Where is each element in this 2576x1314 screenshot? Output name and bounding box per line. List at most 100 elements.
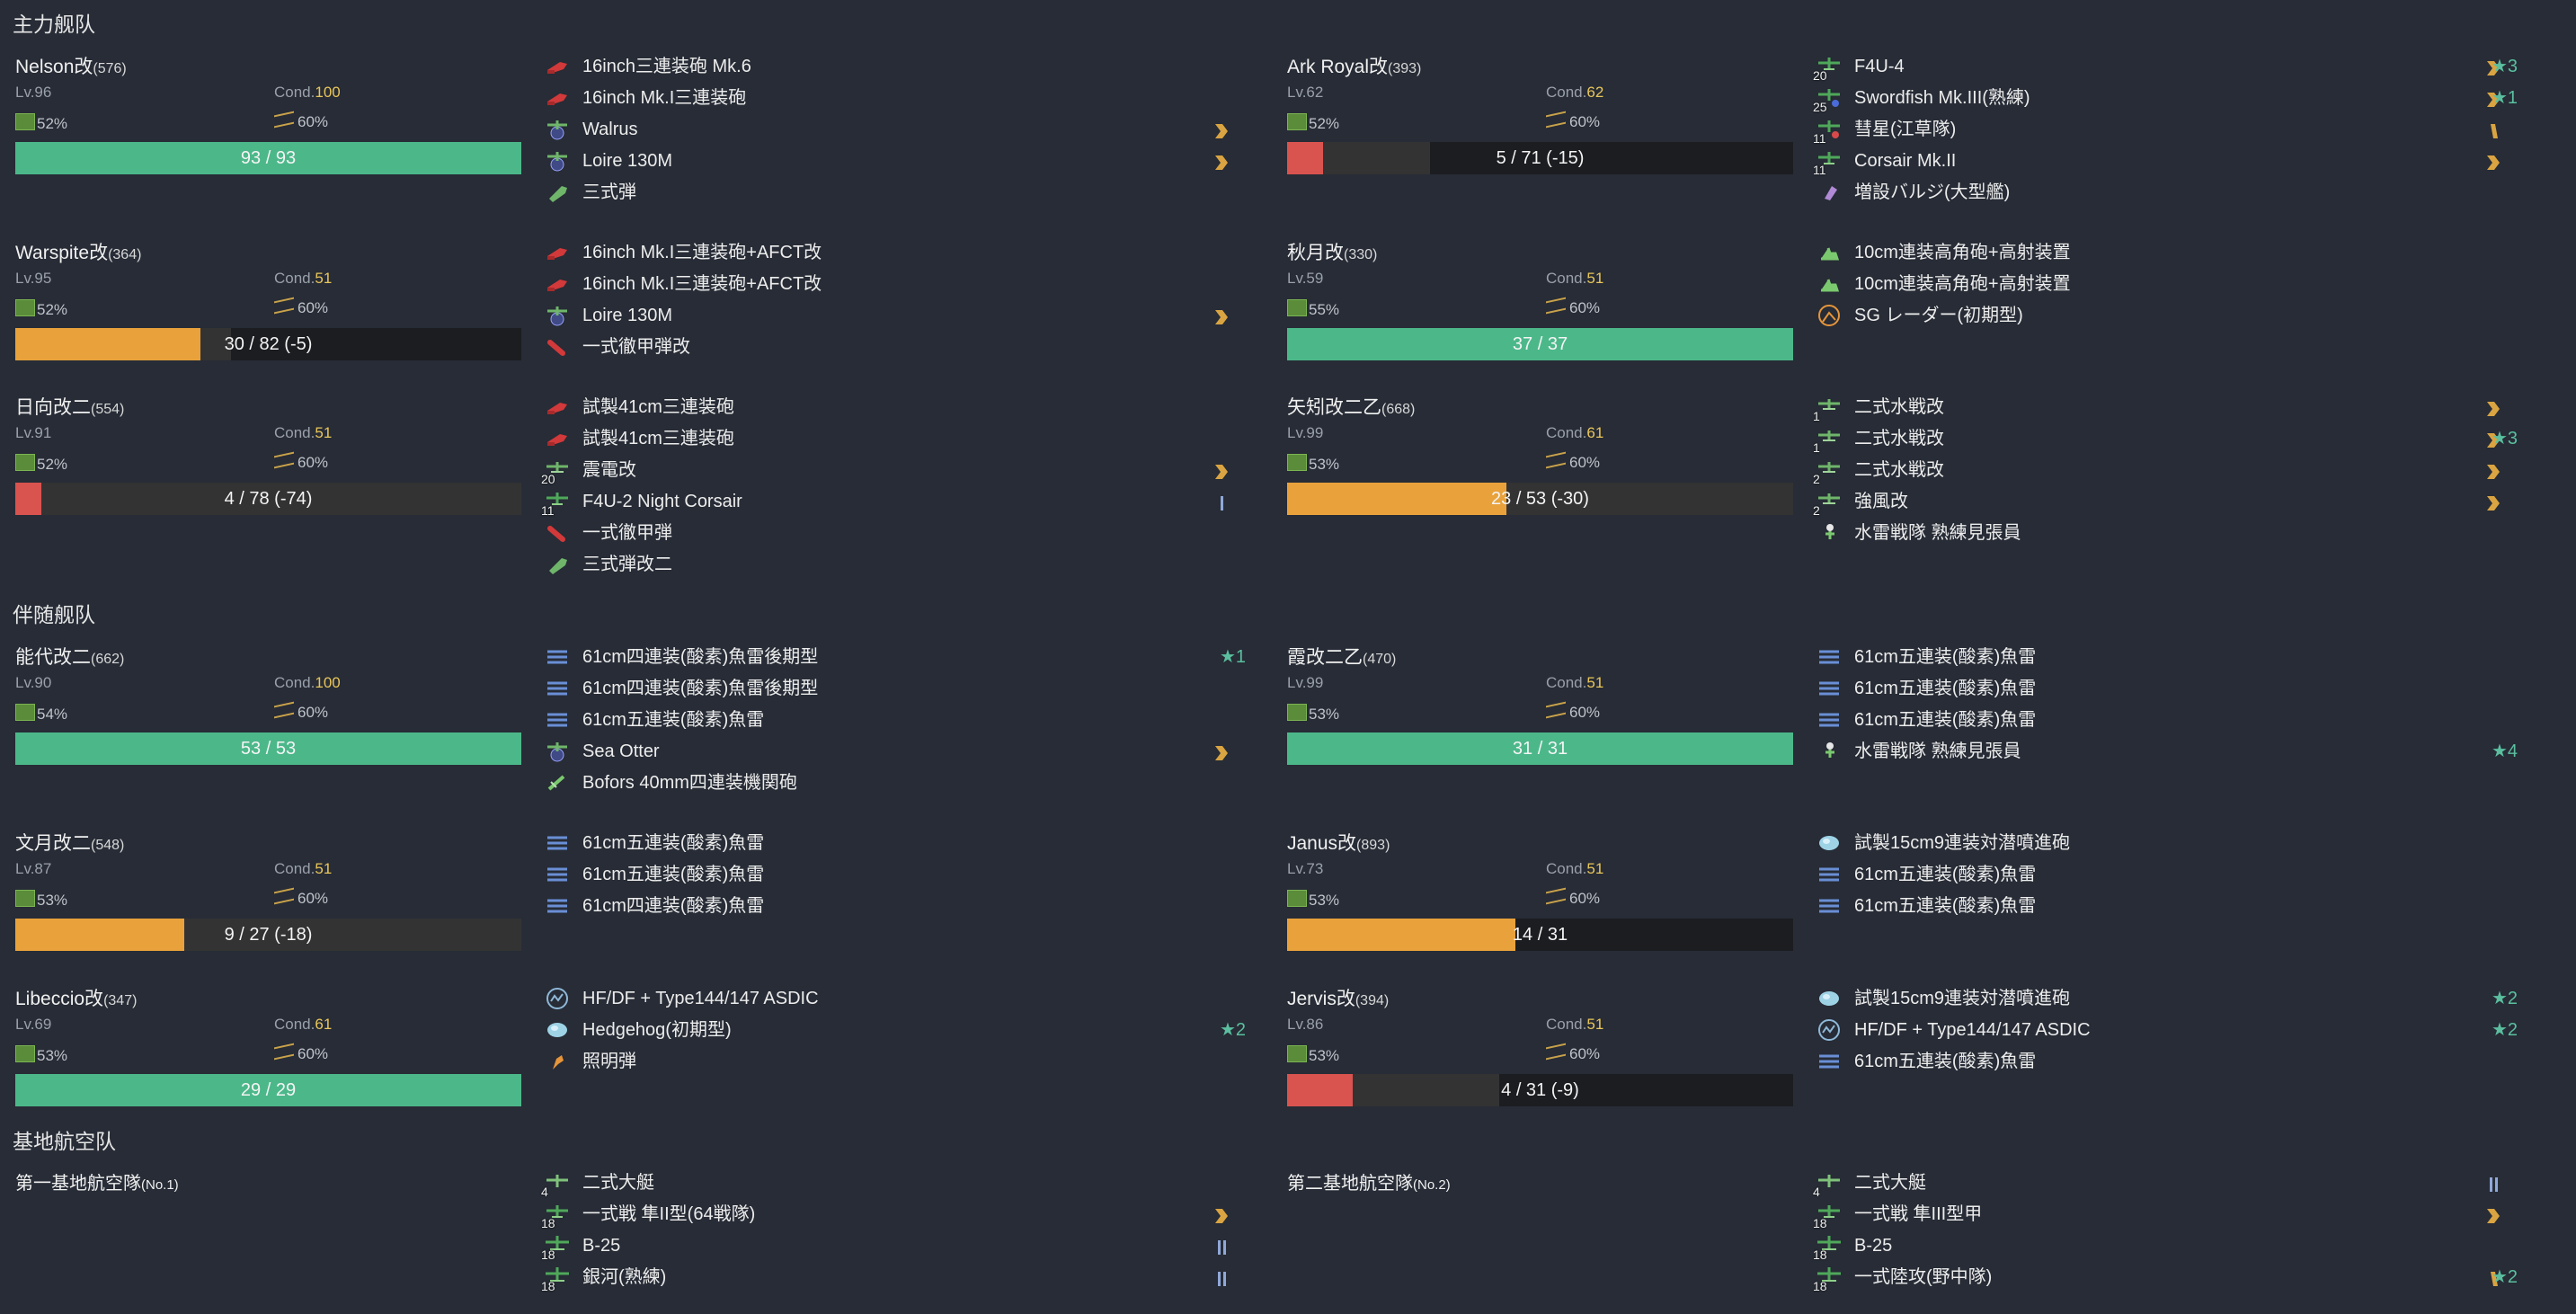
equipment-slot[interactable]: 2 強風改	[1808, 487, 2518, 519]
equipment-slot[interactable]: 水雷戦隊 熟練見張員	[1808, 519, 2518, 550]
equipment-slot[interactable]: 11 Corsair Mk.II	[1808, 146, 2518, 178]
ship-name[interactable]: Warspite改(364)	[15, 238, 141, 265]
equipment-slot[interactable]: 試製41cm三連装砲	[536, 393, 1246, 424]
ship-id: (470)	[1363, 652, 1397, 667]
equipment-slot[interactable]: 水雷戦隊 熟練見張員 ★4	[1808, 737, 2518, 768]
hp-bar: 4 / 78 (-74)	[15, 483, 521, 515]
equipment-slot[interactable]: 61cm四連装(酸素)魚雷	[536, 892, 1246, 923]
ship-condition: Cond.51	[1546, 674, 1603, 692]
equipment-name: Bofors 40mm四連装機関砲	[582, 773, 797, 793]
ship-name[interactable]: 矢矧改二乙(668)	[1287, 393, 1415, 420]
aa-machine-icon	[544, 771, 571, 795]
equipment-slot[interactable]: 18 一式戦 隼II型(64戦隊)	[536, 1200, 1246, 1231]
equipment-slot[interactable]: 11 F4U-2 Night Corsair	[536, 487, 1246, 519]
ammo-value: 60%	[1569, 704, 1601, 721]
equipment-list: 試製15cm9連装対潜噴進砲 61cm五連装(酸素)魚雷 61cm五連装(酸素)魚雷	[1808, 829, 2518, 923]
ammo-icon	[1546, 701, 1566, 719]
air-base-name[interactable]: 第一基地航空隊(No.1)	[15, 1168, 179, 1194]
equipment-slot[interactable]: 増設バルジ(大型艦)	[1808, 178, 2518, 209]
fuel-icon	[15, 299, 35, 316]
air-base-number: (No.1)	[141, 1177, 179, 1193]
equipment-slot[interactable]: 18 一式戦 隼III型甲	[1808, 1200, 2518, 1231]
equipment-slot[interactable]: 61cm五連装(酸素)魚雷	[1808, 643, 2518, 674]
equipment-slot[interactable]: 61cm五連装(酸素)魚雷	[536, 860, 1246, 892]
equipment-slot[interactable]: 61cm五連装(酸素)魚雷	[1808, 860, 2518, 892]
equipment-slot[interactable]: 試製15cm9連装対潜噴進砲	[1808, 829, 2518, 860]
ship-name-text: 矢矧改二乙	[1287, 397, 1381, 418]
equipment-slot[interactable]: 11 彗星(江草隊)	[1808, 115, 2518, 146]
ship-name[interactable]: Janus改(893)	[1287, 829, 1390, 856]
equipment-slot[interactable]: 試製15cm9連装対潜噴進砲 ★2	[1808, 984, 2518, 1016]
equipment-slot[interactable]: 18 一式陸攻(野中隊) ★2	[1808, 1263, 2518, 1294]
equipment-slot[interactable]: 61cm四連装(酸素)魚雷後期型	[536, 674, 1246, 706]
equipment-slot[interactable]: 25 Swordfish Mk.III(熟練) ★1	[1808, 84, 2518, 115]
hp-bar: 30 / 82 (-5)	[15, 328, 521, 360]
equipment-slot[interactable]: 18 B-25	[1808, 1231, 2518, 1263]
equipment-slot[interactable]: 2 二式水戦改	[1808, 456, 2518, 487]
hp-bar: 53 / 53	[15, 732, 521, 765]
asw-icon	[1816, 987, 1843, 1010]
ship-name[interactable]: Libeccio改(347)	[15, 984, 137, 1011]
equipment-slot[interactable]: 20 F4U-4 ★3	[1808, 52, 2518, 84]
equipment-slot[interactable]: 61cm五連装(酸素)魚雷	[536, 829, 1246, 860]
equipment-slot[interactable]: Sea Otter	[536, 737, 1246, 768]
equipment-slot[interactable]: 20 震電改	[536, 456, 1246, 487]
equipment-slot[interactable]: Bofors 40mm四連装機関砲	[536, 768, 1246, 800]
equipment-slot[interactable]: 16inch Mk.I三連装砲+AFCT改	[536, 270, 1246, 301]
equipment-slot[interactable]: 一式徹甲弾	[536, 519, 1246, 550]
equipment-slot[interactable]: 三式弾	[536, 178, 1246, 209]
equipment-slot[interactable]: 一式徹甲弾改	[536, 333, 1246, 364]
equipment-slot[interactable]: SG レーダー(初期型)	[1808, 301, 2518, 333]
equipment-name: Hedgehog(初期型)	[582, 1020, 732, 1040]
equipment-list: 61cm五連装(酸素)魚雷 61cm五連装(酸素)魚雷 61cm五連装(酸素)魚雷水…	[1808, 643, 2518, 768]
ship-name[interactable]: Jervis改(394)	[1287, 984, 1389, 1011]
hp-value: 23 / 53 (-30)	[1491, 489, 1589, 509]
ship-fuel: 53%	[1287, 1045, 1339, 1065]
ship-name[interactable]: 霞改二乙(470)	[1287, 643, 1396, 670]
ship-name[interactable]: Nelson改(576)	[15, 52, 127, 79]
equipment-slot[interactable]: 18 銀河(熟練)	[536, 1263, 1246, 1294]
equipment-slot[interactable]: 16inch Mk.I三連装砲+AFCT改	[536, 238, 1246, 270]
ship-name[interactable]: Ark Royal改(393)	[1287, 52, 1421, 79]
equipment-slot[interactable]: 16inch Mk.I三連装砲	[536, 84, 1246, 115]
equipment-slot[interactable]: Hedgehog(初期型) ★2	[536, 1016, 1246, 1047]
ship-name[interactable]: 文月改二(548)	[15, 829, 124, 856]
equipment-slot[interactable]: HF/DF + Type144/147 ASDIC	[536, 984, 1246, 1016]
equipment-name: 61cm四連装(酸素)魚雷後期型	[582, 647, 819, 667]
equipment-slot[interactable]: 61cm五連装(酸素)魚雷	[536, 706, 1246, 737]
cond-value: 100	[315, 674, 341, 691]
equipment-slot[interactable]: 三式弾改二	[536, 550, 1246, 582]
equipment-slot[interactable]: 4 二式大艇	[536, 1168, 1246, 1200]
equipment-slot[interactable]: 61cm四連装(酸素)魚雷後期型 ★1	[536, 643, 1246, 674]
ship-name-text: 霞改二乙	[1287, 647, 1363, 668]
equipment-slot[interactable]: 10cm連装高角砲+高射装置	[1808, 238, 2518, 270]
equipment-slot[interactable]: 18 B-25	[536, 1231, 1246, 1263]
equipment-slot[interactable]: Loire 130M	[536, 146, 1246, 178]
equipment-slot[interactable]: 61cm五連装(酸素)魚雷	[1808, 892, 2518, 923]
equipment-slot[interactable]: 照明弾	[536, 1047, 1246, 1079]
ship-fuel: 52%	[15, 454, 67, 474]
equipment-list: 試製41cm三連装砲 試製41cm三連装砲 20 震電改 11 F4U-2 Night C…	[536, 393, 1246, 582]
equipment-slot[interactable]: 61cm五連装(酸素)魚雷	[1808, 674, 2518, 706]
ship-fuel: 52%	[15, 113, 67, 133]
air-base-name[interactable]: 第二基地航空隊(No.2)	[1287, 1168, 1451, 1194]
equipment-slot[interactable]: HF/DF + Type144/147 ASDIC ★2	[1808, 1016, 2518, 1047]
hp-bar: 23 / 53 (-30)	[1287, 483, 1793, 515]
equipment-name: 61cm五連装(酸素)魚雷	[582, 833, 765, 853]
equipment-slot[interactable]: 1 二式水戦改 ★3	[1808, 424, 2518, 456]
equipment-slot[interactable]: 61cm五連装(酸素)魚雷	[1808, 706, 2518, 737]
ship-name[interactable]: 能代改二(662)	[15, 643, 124, 670]
equipment-slot[interactable]: 10cm連装高角砲+高射装置	[1808, 270, 2518, 301]
ship-name[interactable]: 日向改二(554)	[15, 393, 124, 420]
equipment-slot[interactable]: Walrus	[536, 115, 1246, 146]
equipment-list: 1 二式水戦改 1 二式水戦改 ★3 2 二式水戦改 2 強風改 水雷戦隊 熟練見張員	[1808, 393, 2518, 550]
cond-value: 100	[315, 84, 341, 101]
equipment-name: Sea Otter	[582, 741, 660, 761]
equipment-slot[interactable]: 4 二式大艇	[1808, 1168, 2518, 1200]
equipment-slot[interactable]: 1 二式水戦改	[1808, 393, 2518, 424]
equipment-slot[interactable]: Loire 130M	[536, 301, 1246, 333]
equipment-slot[interactable]: 61cm五連装(酸素)魚雷	[1808, 1047, 2518, 1079]
ship-name[interactable]: 秋月改(330)	[1287, 238, 1377, 265]
equipment-slot[interactable]: 試製41cm三連装砲	[536, 424, 1246, 456]
equipment-slot[interactable]: 16inch三連装砲 Mk.6	[536, 52, 1246, 84]
